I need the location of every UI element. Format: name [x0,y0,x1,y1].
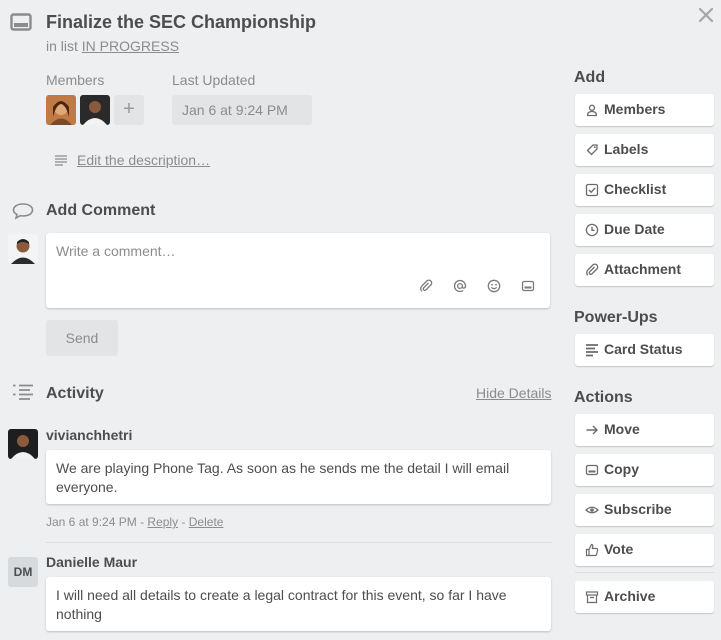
description-icon [55,155,68,166]
member-avatar-1[interactable] [46,95,76,125]
comment-placeholder: Write a comment… [56,243,176,259]
subscribe-label: Subscribe [604,501,672,517]
delete-link[interactable]: Delete [189,515,224,529]
members-label: Members [46,72,105,88]
meta-separator: - [178,515,189,529]
vote-button[interactable]: Vote [575,534,714,566]
add-member-button[interactable]: + [114,95,144,125]
add-section-title: Add [574,69,606,86]
powerups-section-title: Power-Ups [574,309,658,326]
paperclip-icon [585,263,599,277]
activity-avatar-initials[interactable]: DM [8,557,38,587]
eye-icon [585,503,599,517]
sidebar-divider [575,572,714,573]
reply-link[interactable]: Reply [147,515,178,529]
emoji-icon[interactable] [487,279,501,293]
activity-divider [46,542,552,543]
in-list-prefix: in list [46,38,78,54]
activity-meta: Jan 6 at 9:24 PM - Reply - Delete [46,515,223,529]
copy-card-icon [585,463,599,477]
in-list-text: in list IN PROGRESS [46,38,179,54]
labels-label: Labels [604,141,649,157]
vote-label: Vote [604,541,634,557]
activity-time: Jan 6 at 9:24 PM [46,515,137,529]
comment-input[interactable]: Write a comment… [46,233,550,308]
mention-icon[interactable] [453,279,467,293]
send-button[interactable]: Send [46,320,118,356]
activity-author[interactable]: vivianchhetri [46,427,132,443]
archive-button[interactable]: Archive [575,581,714,613]
card-status-label: Card Status [604,341,683,357]
card-status-button[interactable]: Card Status [575,334,714,366]
labels-button[interactable]: Labels [575,134,714,166]
activity-comment-text: I will need all details to create a lega… [46,577,551,631]
move-label: Move [604,421,640,437]
card-title[interactable]: Finalize the SEC Championship [46,12,316,33]
attachment-icon[interactable] [419,279,433,293]
card-link-icon[interactable] [521,279,535,293]
archive-icon [585,590,599,604]
copy-button[interactable]: Copy [575,454,714,486]
activity-avatar[interactable] [8,429,38,459]
member-avatar-2[interactable] [80,95,110,125]
attachment-label: Attachment [604,261,682,277]
clock-icon [585,223,599,237]
activity-comment-text: We are playing Phone Tag. As soon as he … [46,450,551,504]
activity-icon [12,384,34,401]
last-updated-value: Jan 6 at 9:24 PM [172,95,312,125]
card-status-icon [585,343,599,357]
member-icon [585,103,599,117]
subscribe-button[interactable]: Subscribe [575,494,714,526]
activity-author[interactable]: Danielle Maur [46,554,137,570]
add-comment-title: Add Comment [46,202,156,219]
due-date-label: Due Date [604,221,665,237]
actions-section-title: Actions [574,389,633,406]
checklist-label: Checklist [604,181,667,197]
thumbs-up-icon [585,543,599,557]
arrow-right-icon [585,423,599,437]
add-members-label: Members [604,101,666,117]
activity-title: Activity [46,385,104,402]
label-icon [585,143,599,157]
checklist-icon [585,183,599,197]
comment-icon [12,202,34,220]
attachment-button[interactable]: Attachment [575,254,714,286]
edit-description-link[interactable]: Edit the description… [77,152,210,168]
close-icon[interactable] [697,6,715,24]
meta-separator: - [136,515,148,529]
add-members-button[interactable]: Members [575,94,714,126]
hide-details-link[interactable]: Hide Details [476,385,551,401]
move-button[interactable]: Move [575,414,714,446]
archive-label: Archive [604,588,656,604]
checklist-button[interactable]: Checklist [575,174,714,206]
copy-label: Copy [604,461,639,477]
due-date-button[interactable]: Due Date [575,214,714,246]
list-name-link[interactable]: IN PROGRESS [82,38,179,54]
card-icon [10,12,32,32]
last-updated-label: Last Updated [172,72,256,88]
current-user-avatar [8,234,38,264]
